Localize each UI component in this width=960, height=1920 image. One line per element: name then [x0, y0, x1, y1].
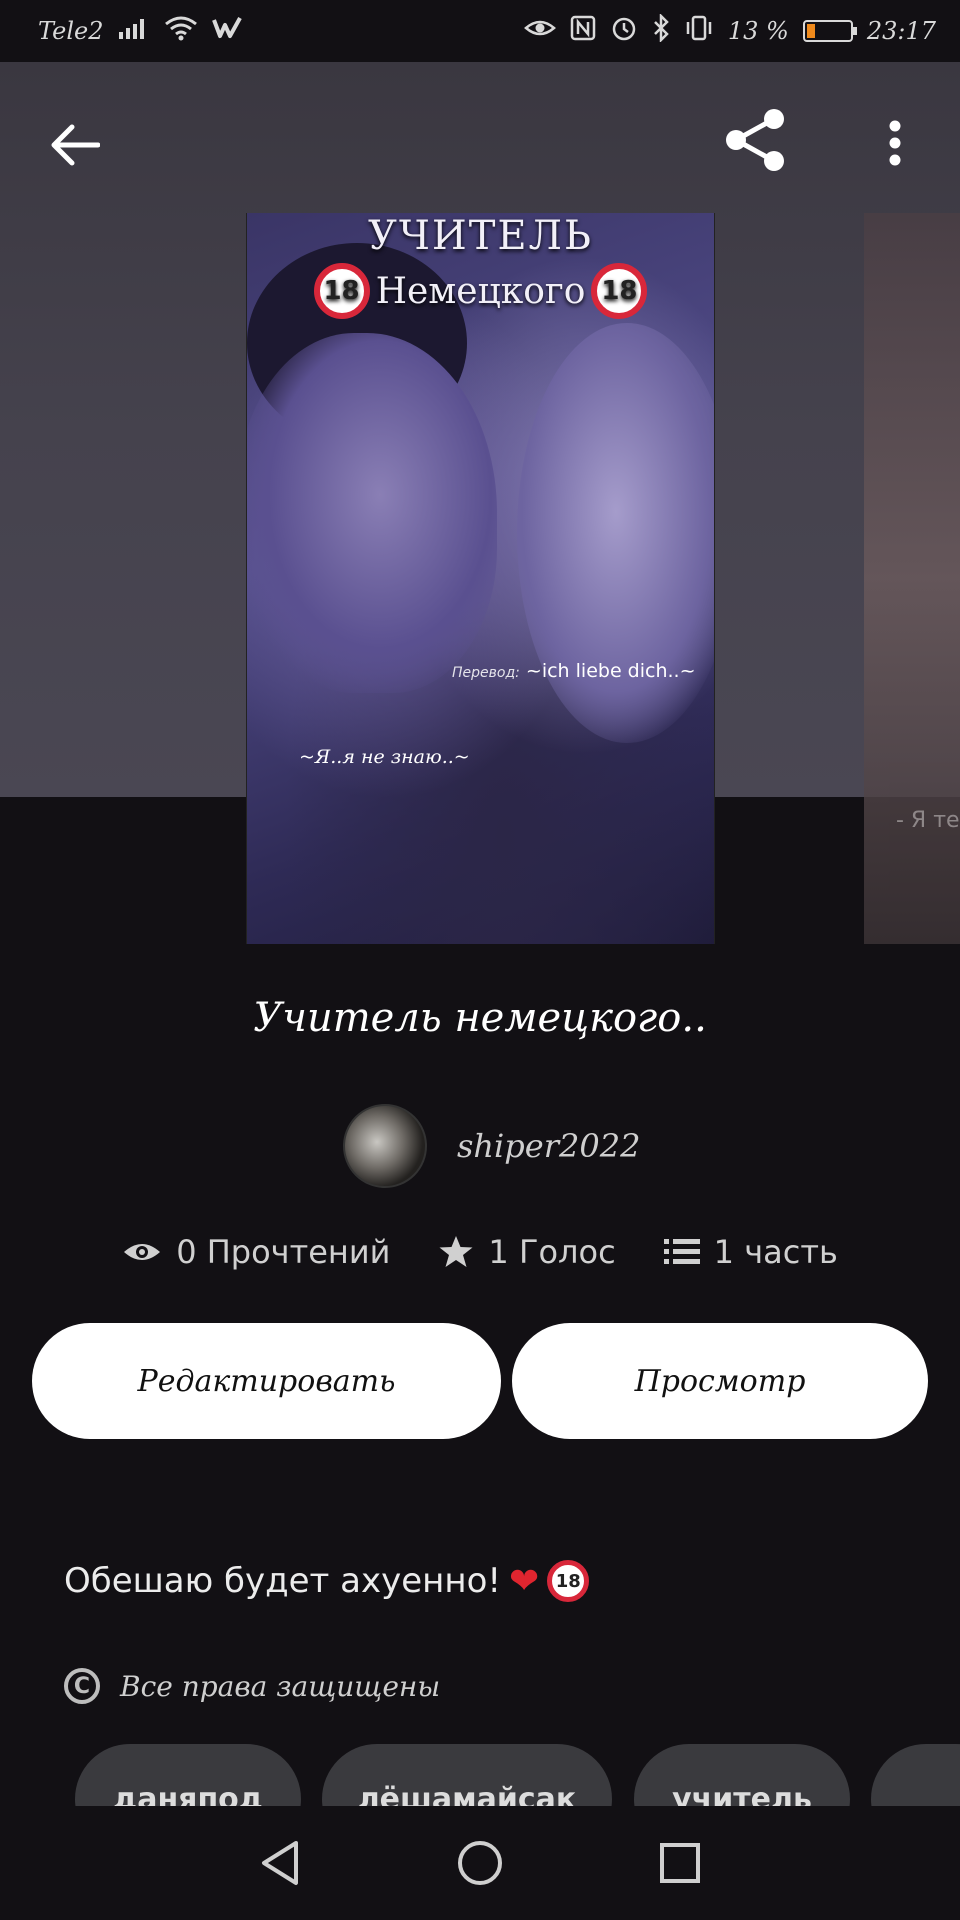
- share-icon: [726, 109, 784, 171]
- triangle-back-icon: [262, 1841, 298, 1885]
- description-text: Обешаю будет ахуенно!: [64, 1561, 502, 1601]
- more-options-button[interactable]: [875, 113, 915, 173]
- age-18-badge-icon: 18: [547, 1560, 590, 1602]
- status-bar: Tele2 13 % 23:17: [0, 0, 960, 62]
- reads-stat: 0 Прочтений: [122, 1233, 390, 1271]
- heart-icon: ❤: [509, 1560, 540, 1602]
- nav-back-button[interactable]: [245, 1828, 315, 1898]
- system-nav-bar: [0, 1806, 960, 1920]
- tag-chip[interactable]: учитель: [634, 1744, 850, 1806]
- nav-home-button[interactable]: [445, 1828, 515, 1898]
- more-vert-icon: [889, 120, 901, 166]
- cover-title-line1: УЧИТЕЛЬ: [368, 213, 593, 259]
- nav-recents-button[interactable]: [645, 1828, 715, 1898]
- top-action-bar: [0, 95, 960, 185]
- nfc-icon: [570, 15, 596, 48]
- parts-count: 1 часть: [713, 1233, 838, 1271]
- copyright-icon: C: [64, 1668, 100, 1704]
- story-stats: 0 Прочтений 1 Голос 1 часть: [0, 1233, 960, 1271]
- battery-percent: 13 %: [727, 17, 789, 45]
- age-18-badge-icon: 18: [591, 263, 648, 319]
- age-18-badge-icon: 18: [313, 263, 370, 319]
- tag-list: даняпод лёшамайсак учитель: [0, 1744, 960, 1806]
- clock: 23:17: [866, 17, 936, 45]
- view-button[interactable]: Просмотр: [512, 1323, 928, 1439]
- votes-stat: 1 Голос: [438, 1233, 616, 1271]
- eye-comfort-icon: [523, 16, 556, 47]
- cover-caption-quote: ~Я..я не знаю..~: [299, 746, 470, 768]
- back-button[interactable]: [40, 115, 110, 175]
- bluetooth-icon: [652, 12, 670, 49]
- copyright-text: Все права защищены: [120, 1669, 441, 1703]
- story-cover[interactable]: УЧИТЕЛЬ 18 Немецкого 18 Перевод: ~ich li…: [246, 213, 715, 944]
- share-button[interactable]: [720, 105, 790, 175]
- star-icon: [439, 1236, 473, 1267]
- signal-icon: [118, 16, 150, 47]
- story-description: Обешаю будет ахуенно! ❤ 18: [64, 1560, 590, 1602]
- author-avatar[interactable]: [343, 1104, 427, 1188]
- next-story-cover[interactable]: - Я те: [864, 213, 960, 944]
- battery-icon: [802, 20, 857, 42]
- reads-count: 0 Прочтений: [176, 1233, 391, 1271]
- alarm-icon: [610, 14, 638, 49]
- votes-count: 1 Голос: [488, 1233, 616, 1271]
- author-name[interactable]: shiper2022: [457, 1127, 640, 1165]
- arrow-left-icon: [51, 124, 100, 166]
- list-icon: [663, 1239, 700, 1264]
- vibrate-icon: [684, 15, 714, 48]
- edit-button[interactable]: Редактировать: [32, 1323, 501, 1439]
- parts-stat: 1 часть: [663, 1233, 838, 1271]
- carrier-label: Tele2: [38, 17, 104, 45]
- wattpad-icon: [211, 16, 242, 47]
- square-recents-icon: [660, 1843, 700, 1883]
- copyright-row: C Все права защищены: [64, 1668, 440, 1704]
- next-cover-caption: - Я те: [896, 808, 960, 833]
- circle-home-icon: [458, 1841, 502, 1885]
- author-row[interactable]: shiper2022: [343, 1104, 640, 1188]
- tag-chip[interactable]: [871, 1744, 960, 1806]
- cover-title-word: Немецкого: [375, 270, 586, 312]
- tag-chip[interactable]: лёшамайсак: [322, 1744, 612, 1806]
- tag-chip[interactable]: даняпод: [75, 1744, 301, 1806]
- eye-icon: [124, 1244, 161, 1260]
- cover-title-line2: 18 Немецкого 18: [247, 263, 714, 319]
- wifi-icon: [164, 15, 198, 48]
- cover-art-face-left: [247, 333, 497, 693]
- cover-caption-translation: Перевод: ~ich liebe dich..~: [452, 660, 696, 682]
- story-title: Учитель немецкого..: [253, 995, 707, 1041]
